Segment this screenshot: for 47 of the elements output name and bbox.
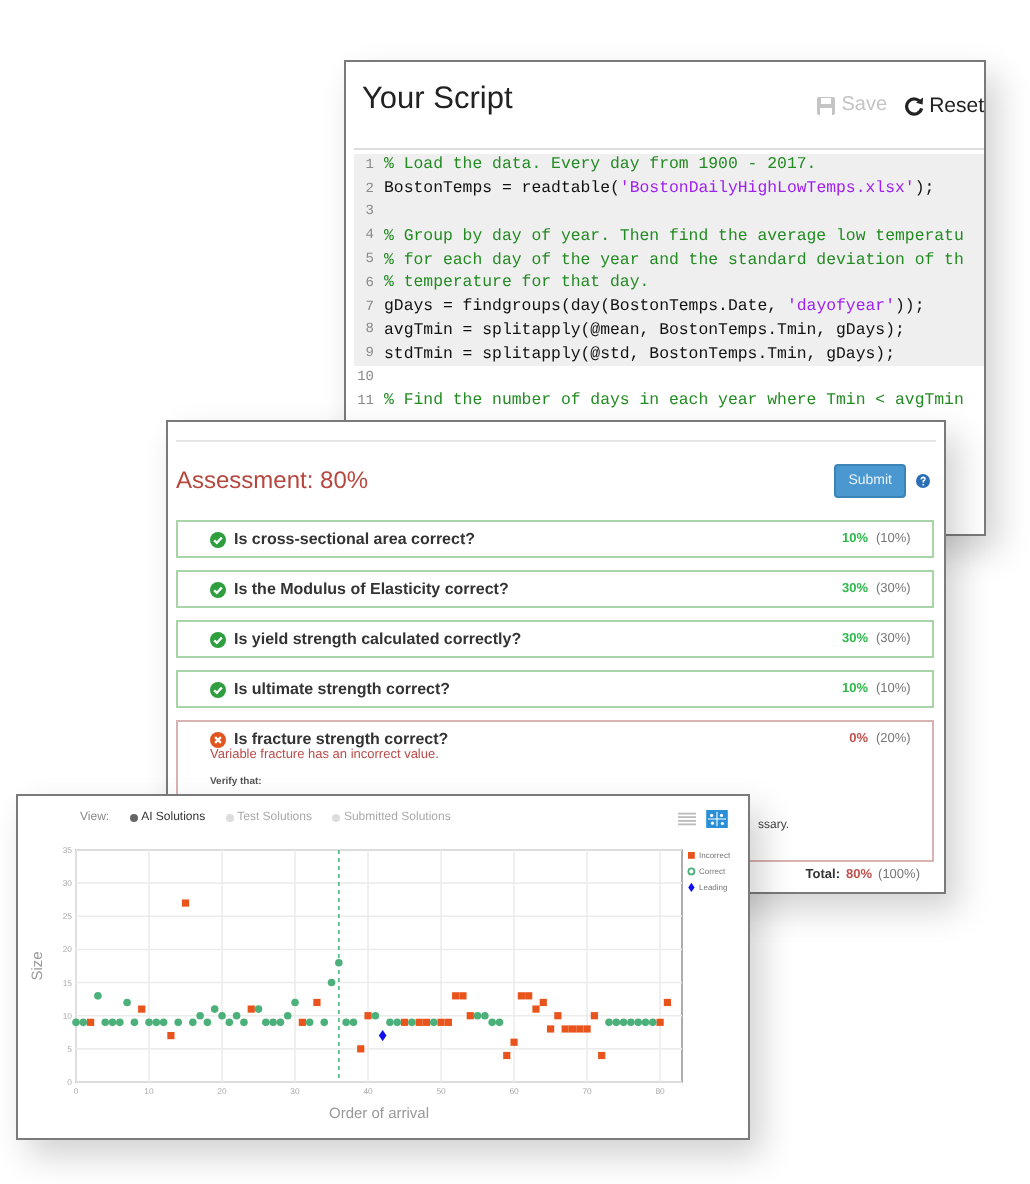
data-point [138,1005,146,1013]
code-line: % Load the data. Every day from 1900 - 2017. [384,156,817,175]
data-point [327,978,336,987]
check-label: Is the Modulus of Elasticity correct? [234,580,511,598]
check-label: Is ultimate strength correct? [234,680,453,698]
data-point [335,958,343,967]
code-line: % for each day of the year and the standard deviation of th [384,251,964,270]
data-point [313,998,321,1007]
code-line: BostonTemps = readtable('BostonDailyHighLowTemps.xlsx'); [384,180,935,199]
code-line: gDays = findgroups(day(BostonTemps.Date, 'dayofyear')); [384,298,925,317]
code-line: avgTmin = splitapply(@mean, BostonTemps.Tmin, gDays); [384,321,905,340]
data-point [663,998,671,1007]
data-point [503,1051,511,1060]
check-label: Is fracture strength correct? [234,730,451,748]
error-circle-icon [210,731,226,747]
data-point [130,1018,139,1027]
check-circle-icon [210,681,226,697]
data-point [590,1012,598,1020]
code-line: stdTmin = splitapply(@std, BostonTemps.Tmin, gDays); [384,345,895,364]
code-editor[interactable] [354,148,984,414]
code-line: % temperature for that day. [384,274,650,293]
help-icon[interactable] [916,474,930,488]
data-point [554,1012,562,1020]
data-point [357,1045,365,1053]
data-point [123,998,131,1007]
check-label: Is cross-sectional area correct? [234,530,478,548]
check-circle-icon [210,531,226,547]
data-point [174,1018,182,1027]
data-point [547,1025,555,1033]
scatter-view-icon[interactable] [706,809,728,827]
data-point [510,1038,518,1046]
data-point [291,998,299,1007]
check-circle-icon [210,631,226,647]
window-title: Your Script [362,81,513,117]
code-line: % Find the number of days in each year where Tmin < avgTmin [384,392,964,411]
check-label: Is yield strength calculated correctly? [234,630,524,648]
assessment-title: Assessment: 80% [176,465,371,493]
data-point [181,899,190,907]
data-point [598,1051,606,1060]
data-point [378,1030,387,1042]
code-line: % Group by day of year. Then find the average low temperatu [384,227,964,246]
data-point [94,992,102,1000]
data-point [320,1018,329,1027]
reset-button[interactable]: Reset [899,89,984,121]
check-circle-icon [210,581,226,597]
data-point [167,1032,175,1040]
refresh-icon [903,95,924,115]
